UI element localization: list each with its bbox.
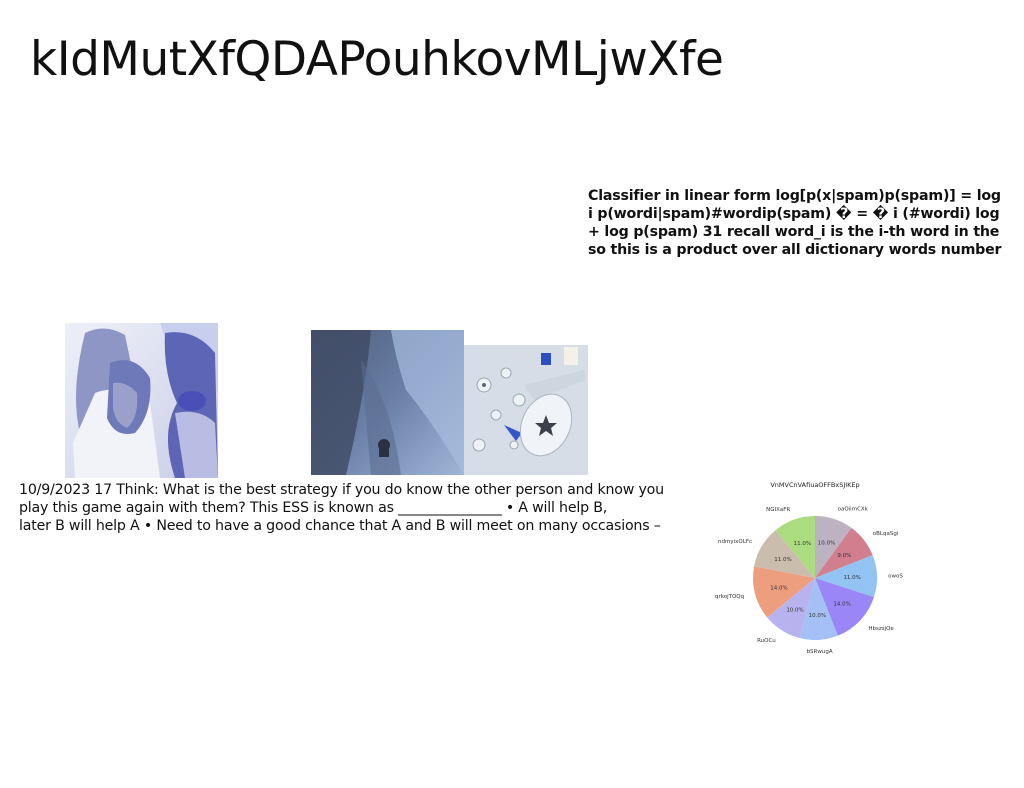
pie-category-label: ndmyixOLFc — [718, 539, 752, 545]
pie-percent-label: 14.0% — [833, 601, 850, 607]
toys-photo — [464, 345, 588, 475]
pie-category-label: RuOCu — [757, 638, 776, 644]
pie-percent-label: 11.0% — [794, 541, 811, 547]
classifier-text-block: Classifier in linear form log[p(x|spam)p… — [588, 187, 1024, 259]
body-paragraph: 10/9/2023 17 Think: What is the best str… — [19, 481, 689, 535]
portrait-photo — [65, 323, 218, 478]
classifier-line: i p(wordi|spam)#wordip(spam) � = � i (#w… — [588, 206, 1000, 222]
pie-category-label: bSRwugA — [807, 649, 833, 655]
pie-percent-label: 14.0% — [770, 585, 787, 591]
pie-percent-label: 9.0% — [837, 553, 851, 559]
landscape-photo — [311, 330, 464, 475]
body-line: later B will help A • Need to have a goo… — [19, 518, 661, 534]
pie-category-label: NGIXaFR — [766, 507, 790, 513]
classifier-line: so this is a product over all dictionary… — [588, 242, 1002, 258]
pie-percent-label: 10.0% — [786, 607, 803, 613]
pie-chart: VnMVCnVAfiuaOFFBxSJIKEp 10.0%9.0%11.0%14… — [715, 481, 903, 655]
classifier-line: + log p(spam) 31 recall word_i is the i-… — [588, 224, 1000, 240]
pie-percent-label: 10.0% — [818, 541, 835, 547]
pie-category-label: qrkojTOQq — [715, 594, 744, 600]
body-line: 10/9/2023 17 Think: What is the best str… — [19, 482, 664, 498]
pie-category-label: HbszsjQe — [868, 626, 894, 632]
pie-percent-label: 11.0% — [843, 575, 860, 581]
pie-category-label: owoS — [888, 574, 903, 580]
pie-percent-label: 11.0% — [774, 557, 791, 563]
body-line: play this game again with them? This ESS… — [19, 500, 608, 516]
classifier-line: Classifier in linear form log[p(x|spam)p… — [588, 188, 1001, 204]
chart-title: VnMVCnVAfiuaOFFBxSJIKEp — [770, 481, 859, 489]
pie-category-label: oBLqaSgi — [873, 531, 899, 537]
pie-category-label: oaOiimCXk — [838, 506, 869, 512]
page-title: kIdMutXfQDAPouhkovMLjwXfe — [30, 32, 724, 87]
pie-percent-label: 10.0% — [809, 613, 826, 619]
